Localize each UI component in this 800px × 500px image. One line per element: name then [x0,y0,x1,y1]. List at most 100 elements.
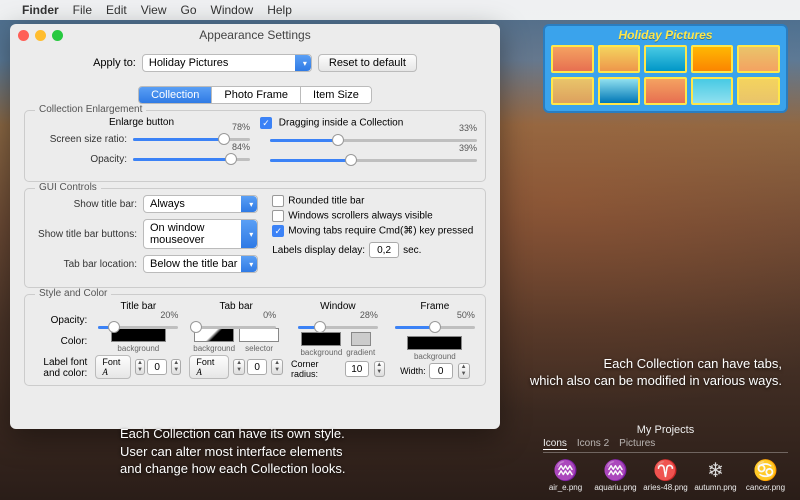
window-opacity-slider[interactable]: 28% [298,320,378,330]
project-icon[interactable]: ♒aquariu.png [593,457,638,492]
frame-width-stepper[interactable]: ▲▼ [458,363,470,379]
tabbar-loc-select[interactable]: Below the title bar▾ [143,255,258,273]
menu-file[interactable]: File [73,3,92,17]
holiday-title: Holiday Pictures [551,28,780,42]
caption-tabs: Each Collection can have tabs,which also… [530,355,782,390]
filename: cancer.png [746,483,785,492]
projects-title: My Projects [543,424,788,436]
zodiac-icon: ❄ [707,457,724,483]
style-font-label: Label font and color: [33,357,87,379]
rounded-label: Rounded title bar [288,196,364,207]
col-frame-heading: Frame [420,301,449,312]
drag-label: Dragging inside a Collection [279,118,404,129]
filename: air_e.png [549,483,582,492]
thumbnail[interactable] [737,77,780,105]
show-buttons-label: Show title bar buttons: [33,229,143,240]
drag-checkbox[interactable]: ✓ [260,117,272,129]
delay-unit: sec. [403,245,421,256]
show-titlebar-select[interactable]: Always▾ [143,195,258,213]
project-icon[interactable]: ♋cancer.png [743,457,788,492]
show-buttons-select[interactable]: On window mouseover▾ [143,219,258,249]
proj-tab-pictures[interactable]: Pictures [619,438,655,450]
titlebar-opacity-slider[interactable]: 20% [98,320,178,326]
tabbar-sel-color[interactable] [239,328,279,342]
group-gui: GUI Controls Show title bar: Always▾ Sho… [24,188,486,288]
col-window-heading: Window [320,301,356,312]
style-opacity-label: Opacity: [33,315,87,326]
thumbnail[interactable] [598,45,641,73]
opacity-slider[interactable]: 84% [133,152,250,166]
col-titlebar-heading: Title bar [120,301,156,312]
moving-label: Moving tabs require Cmd(⌘) key pressed [288,226,473,237]
thumbnail[interactable] [551,77,594,105]
col-tabbar-heading: Tab bar [220,301,253,312]
titlebar-font-stepper2[interactable]: ▲▼ [171,359,181,375]
titlebar-font-button[interactable]: Font A [95,355,131,379]
frame-width-field[interactable] [429,363,453,379]
frame-opacity-slider[interactable]: 50% [395,320,475,334]
radius-field[interactable] [345,361,369,377]
thumbnail[interactable] [644,77,687,105]
apply-to-label: Apply to: [93,57,136,69]
window-bg-color[interactable] [301,332,341,346]
drag-ratio-slider[interactable]: 33% [270,133,477,147]
titlebar-font-stepper[interactable]: ▲▼ [135,359,145,375]
thumbnail[interactable] [551,45,594,73]
thumbnail[interactable] [691,77,734,105]
menu-view[interactable]: View [141,3,167,17]
moving-checkbox[interactable]: ✓ [272,225,284,237]
group-title-style: Style and Color [35,288,111,299]
apply-to-select[interactable]: Holiday Pictures▾ [142,54,312,72]
filename: aquariu.png [594,483,636,492]
thumbnail[interactable] [644,45,687,73]
menu-go[interactable]: Go [181,3,197,17]
window-title: Appearance Settings [10,28,500,42]
radius-stepper[interactable]: ▲▼ [374,361,385,377]
window-grad-color[interactable] [351,332,371,346]
holiday-panel[interactable]: Holiday Pictures [543,24,788,113]
titlebar[interactable]: Appearance Settings [10,24,500,46]
project-icon[interactable]: ♈aries-48.png [643,457,688,492]
proj-tab-icons[interactable]: Icons [543,438,567,450]
proj-tab-icons2[interactable]: Icons 2 [577,438,609,450]
group-title-enlargement: Collection Enlargement [35,104,146,115]
delay-label: Labels display delay: [272,245,365,256]
zodiac-icon: ♈ [653,457,678,483]
tabbar-font-size[interactable] [247,359,267,375]
scrollers-label: Windows scrollers always visible [288,211,432,222]
tabbar-font-button[interactable]: Font A [189,355,229,379]
tab-item-size[interactable]: Item Size [301,87,371,103]
group-title-gui: GUI Controls [35,182,101,193]
menu-window[interactable]: Window [211,3,254,17]
projects-panel[interactable]: My Projects Icons Icons 2 Pictures ♒air_… [543,424,788,492]
tab-photo-frame[interactable]: Photo Frame [212,87,301,103]
rounded-checkbox[interactable] [272,195,284,207]
titlebar-font-size[interactable] [147,359,167,375]
thumbnail[interactable] [598,77,641,105]
project-icon[interactable]: ❄autumn.png [693,457,738,492]
show-titlebar-label: Show title bar: [33,199,143,210]
menubar: Finder File Edit View Go Window Help [0,0,800,20]
group-style: Style and Color Opacity: Color: Label fo… [24,294,486,386]
frame-width-label: Width: [400,366,426,376]
thumbnail[interactable] [691,45,734,73]
tabbar-opacity-slider[interactable]: 0% [196,320,276,326]
menu-help[interactable]: Help [267,3,292,17]
tab-collection[interactable]: Collection [139,87,212,103]
settings-window: Appearance Settings Apply to: Holiday Pi… [10,24,500,429]
radius-label: Corner radius: [291,359,342,379]
menu-edit[interactable]: Edit [106,3,127,17]
drag-opacity-slider[interactable]: 39% [270,153,477,167]
delay-field[interactable] [369,242,399,258]
menu-app[interactable]: Finder [22,3,59,17]
enlarge-heading: Enlarge button [33,117,250,128]
ratio-label: Screen size ratio: [33,134,133,145]
project-icon[interactable]: ♒air_e.png [543,457,588,492]
frame-bg-color[interactable] [407,336,462,350]
reset-button[interactable]: Reset to default [318,54,417,72]
thumbnail[interactable] [737,45,780,73]
tabbar-font-stepper2[interactable]: ▲▼ [271,359,283,375]
scrollers-checkbox[interactable] [272,210,284,222]
tabbar-font-stepper[interactable]: ▲▼ [233,359,245,375]
style-color-label: Color: [33,336,87,347]
